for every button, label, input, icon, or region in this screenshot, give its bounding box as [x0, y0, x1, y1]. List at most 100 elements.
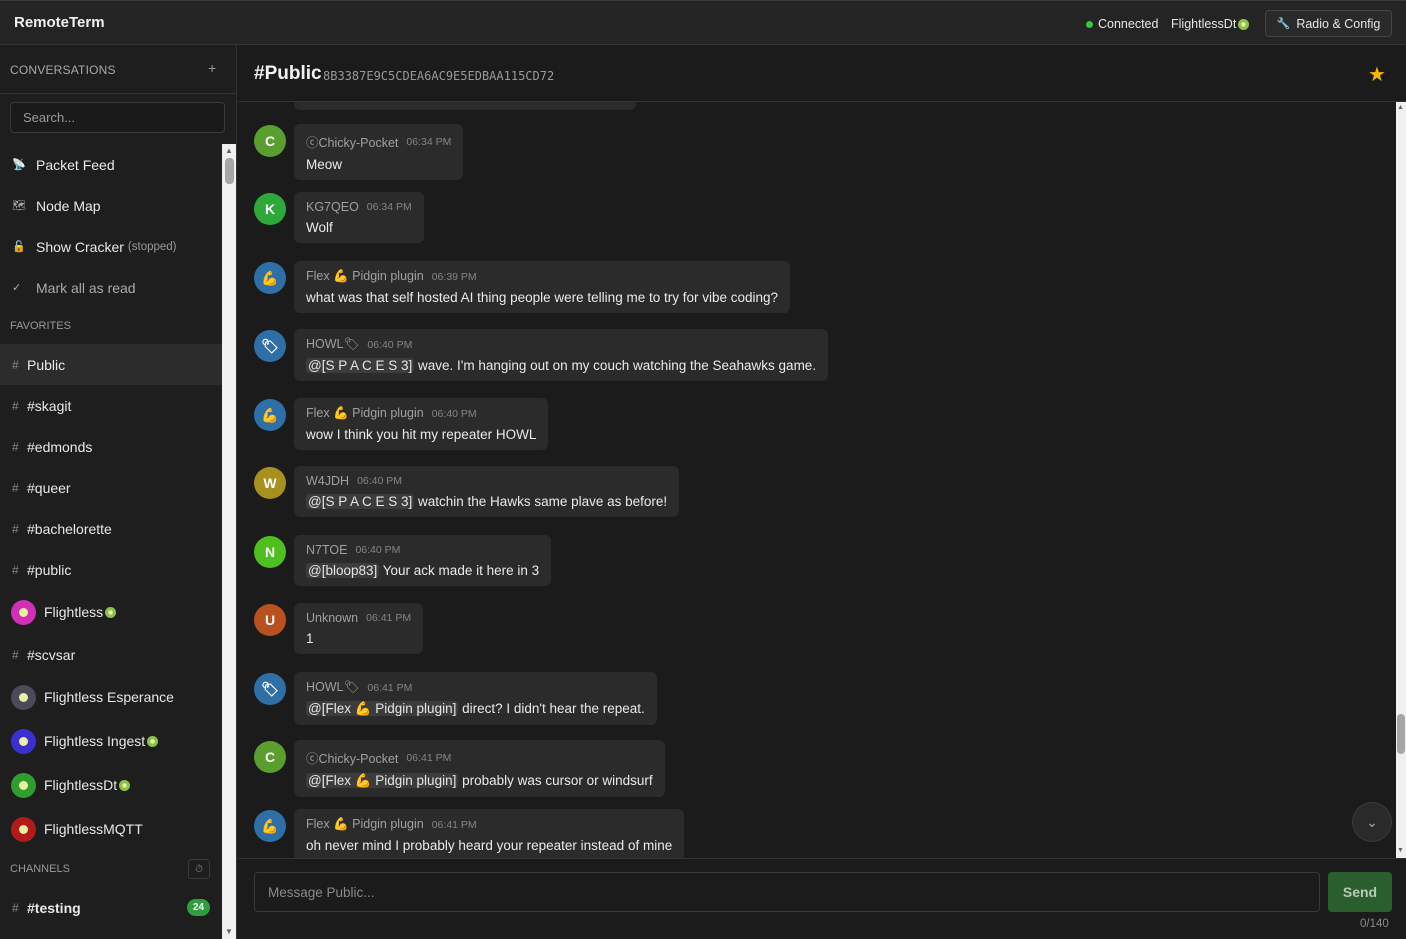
scroll-down-arrow-icon[interactable]: ▼ [225, 927, 233, 936]
message-input[interactable]: Message Public... [254, 872, 1320, 912]
message-list: CⓒChicky-Pocket 06:34 PM Meow K KG7QEO 06:34 … [238, 102, 1396, 858]
sender-avatar[interactable]: C [254, 125, 286, 157]
device-name-label: FlightlessDt [1171, 17, 1237, 31]
sidebar-item-label: Packet Feed [36, 156, 115, 173]
contact-avatar [11, 772, 36, 798]
sender-avatar[interactable]: N [254, 536, 286, 568]
sender-avatar[interactable]: 💪 [254, 262, 286, 294]
scroll-up-arrow-icon[interactable]: ▲ [1397, 104, 1404, 111]
radio-config-button[interactable]: 🔧 Radio & Config [1265, 10, 1392, 37]
sidebar-item-testing[interactable]: # #testing 24 [0, 887, 222, 928]
message-scrollbar[interactable]: ▲ ▼ [1396, 102, 1406, 858]
sender-name[interactable]: Flex 💪 Pidgin plugin [306, 269, 424, 284]
sender-name[interactable]: W4JDH [306, 474, 349, 488]
sidebar-scrollbar[interactable]: ▲ ▼ [222, 144, 236, 939]
mention-chip[interactable]: @[S P A C E S 3] [306, 494, 415, 509]
sender-name[interactable]: ⓒChicky-Pocket [306, 748, 398, 767]
scrollbar-thumb[interactable] [1397, 714, 1405, 754]
sender-avatar[interactable]: 💪 [254, 810, 286, 842]
sender-name[interactable]: HOWL🏷 [306, 337, 359, 352]
app-title: RemoteTerm [14, 14, 105, 31]
sidebar-item-favorite[interactable]: Flightless [0, 590, 222, 634]
sidebar-item-label: #testing [27, 899, 81, 916]
scrollbar-thumb[interactable] [225, 158, 234, 184]
unlock-icon: 🔓 [12, 241, 26, 253]
sidebar-item-favorite[interactable]: FlightlessDt [0, 763, 222, 807]
message-bubble: ⓒChicky-Pocket 06:41 PM @[Flex 💪 Pidgin pl… [294, 740, 665, 797]
sidebar-item-favorite[interactable]: # #scvsar [0, 634, 222, 675]
message-row: K KG7QEO 06:34 PM Wolf [254, 192, 424, 243]
mark-all-read-button[interactable]: ✓ Mark all as read [0, 267, 222, 308]
sender-avatar[interactable]: U [254, 604, 286, 636]
sidebar-item-favorite[interactable]: # #queer [0, 467, 222, 508]
sidebar-item-favorite[interactable]: # #skagit [0, 385, 222, 426]
message-text: Wolf [306, 220, 412, 235]
sidebar-item-favorite[interactable]: # #bachelorette [0, 508, 222, 549]
sender-name[interactable]: Unknown [306, 611, 358, 625]
message-text: @[S P A C E S 3] wave. I'm hanging out o… [306, 358, 816, 373]
mention-chip[interactable]: @[S P A C E S 3] [306, 358, 415, 373]
sidebar-item-packet-feed[interactable]: 📡 Packet Feed [0, 144, 222, 185]
message-bubble: Flex 💪 Pidgin plugin 06:39 PM what was tha… [294, 261, 791, 313]
favorite-star-icon[interactable]: ★ [1368, 62, 1386, 87]
sidebar-item-favorite[interactable]: # #edmonds [0, 426, 222, 467]
scroll-to-bottom-button[interactable]: ⌄ [1352, 802, 1392, 842]
message-time: 06:41 PM [366, 612, 412, 624]
mention-chip[interactable]: @[Flex 💪 Pidgin plugin] [306, 701, 459, 716]
contact-badge-icon [105, 606, 117, 618]
sender-avatar[interactable]: 💪 [254, 399, 286, 431]
message-row: CⓒChicky-Pocket 06:34 PM Meow [254, 124, 464, 180]
sender-avatar[interactable]: C [254, 741, 286, 773]
sender-name[interactable]: KG7QEO [306, 200, 359, 214]
message-meta: W4JDH 06:40 PM [306, 474, 667, 488]
sender-name[interactable]: HOWL🏷 [306, 680, 359, 695]
mention-chip[interactable]: @[bloop83] [306, 563, 380, 578]
contact-avatar [11, 816, 36, 842]
send-button[interactable]: Send [1328, 872, 1392, 912]
sidebar-item-favorite[interactable]: # #public [0, 549, 222, 590]
scroll-down-arrow-icon[interactable]: ▼ [1397, 847, 1404, 854]
sidebar-item-label: Show Cracker [36, 238, 124, 255]
clock-icon[interactable]: ⏱ [188, 859, 210, 879]
sender-name[interactable]: Flex 💪 Pidgin plugin [306, 406, 424, 421]
search-input[interactable]: Search... [10, 102, 225, 133]
message-row: 💪 Flex 💪 Pidgin plugin 06:41 PM oh never mi… [254, 809, 685, 858]
channel-key: 8B3387E9C5CDEA6AC9E5EDBAA115CD72 [323, 69, 555, 83]
sender-avatar[interactable]: K [254, 193, 286, 225]
sidebar-item-node-map[interactable]: 🗺 Node Map [0, 185, 222, 226]
message-text: wow I think you hit my repeater HOWL [306, 427, 536, 442]
sidebar-item-favorite[interactable]: Flightless Esperance [0, 675, 222, 719]
contact-avatar [11, 684, 36, 710]
scroll-up-arrow-icon[interactable]: ▲ [225, 146, 233, 155]
sender-name[interactable]: ⓒChicky-Pocket [306, 132, 398, 151]
sidebar-item-favorite[interactable]: Flightless Ingest [0, 719, 222, 763]
top-bar: RemoteTerm Connected FlightlessDt 🔧 Radi… [0, 0, 1406, 45]
sender-avatar[interactable]: 🏷 [254, 673, 286, 705]
sender-name[interactable]: Flex 💪 Pidgin plugin [306, 817, 424, 832]
channels-header: CHANNELS ⏱ [0, 851, 222, 887]
wrench-icon: 🔧 [1276, 18, 1291, 30]
sidebar-item-favorite[interactable]: # Public [0, 344, 222, 385]
hash-icon: # [12, 521, 19, 536]
sidebar-item-favorite[interactable]: FlightlessMQTT [0, 807, 222, 851]
channels-label: CHANNELS [10, 863, 70, 875]
message-meta: HOWL🏷 06:41 PM [306, 680, 645, 695]
add-conversation-button[interactable]: + [208, 60, 216, 76]
sidebar-item-label: Flightless [44, 604, 104, 620]
favorites-list: # Public # #skagit # #edmonds # #queer # #bachelo… [0, 344, 222, 851]
hash-icon: # [12, 357, 19, 372]
favorites-label: FAVORITES [10, 320, 71, 332]
hash-icon: # [12, 562, 19, 577]
map-icon: 🗺 [12, 200, 26, 212]
sidebar-item-label: #queer [27, 479, 71, 496]
main-panel: #Public 8B3387E9C5CDEA6AC9E5EDBAA115CD72… [238, 45, 1406, 939]
sidebar-item-show-cracker[interactable]: 🔓 Show Cracker (stopped) [0, 226, 222, 267]
sender-avatar[interactable]: 🏷 [254, 330, 286, 362]
sender-name[interactable]: N7TOE [306, 543, 347, 557]
message-row: U Unknown 06:41 PM 1 [254, 603, 424, 654]
message-meta: N7TOE 06:40 PM [306, 543, 539, 557]
message-body: wave. I'm hanging out on my couch watchi… [414, 358, 817, 373]
mention-chip[interactable]: @[Flex 💪 Pidgin plugin] [306, 773, 459, 788]
sender-avatar[interactable]: W [254, 467, 286, 499]
chevron-down-icon: ⌄ [1366, 813, 1378, 830]
